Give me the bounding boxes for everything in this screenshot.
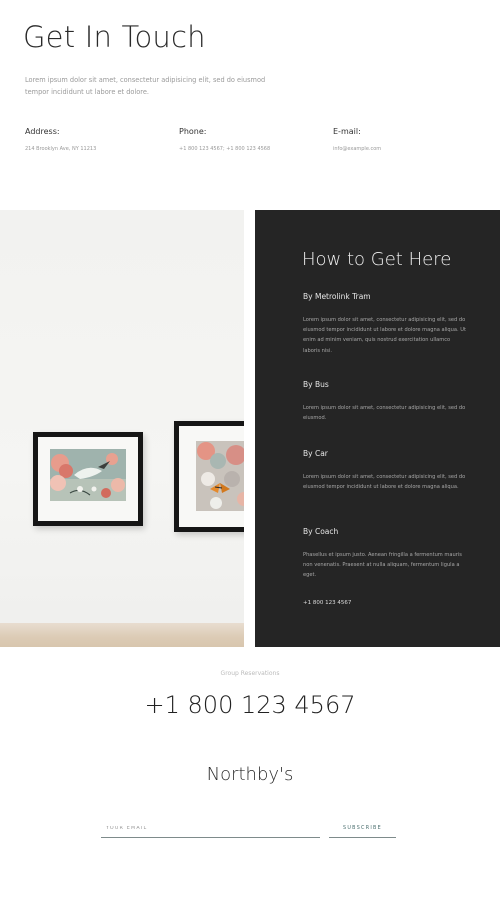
address-label: Address: [25, 127, 60, 136]
intro-text: Lorem ipsum dolor sit amet, consectetur … [25, 76, 266, 96]
section-heading-tram: By Metrolink Tram [303, 292, 371, 301]
subscribe-button[interactable]: SUBSCRIBE [329, 820, 396, 838]
gallery-photo [0, 210, 244, 647]
phone-label: Phone: [179, 127, 207, 136]
phone-block: Phone: +1 800 123 4567; +1 800 123 4568 [179, 127, 270, 152]
section-body-car: Lorem ipsum dolor sit amet, consectetur … [303, 474, 466, 491]
directions-panel: How to Get Here By Metrolink Tram Lorem … [255, 210, 500, 647]
section-heading-car: By Car [303, 449, 328, 458]
email-input[interactable] [101, 820, 320, 838]
floor [0, 623, 244, 647]
group-reservations-label: Group Reservations [220, 670, 280, 677]
section-body-bus: Lorem ipsum dolor sit amet, consectetur … [303, 405, 466, 422]
picture-frame-left [33, 432, 143, 526]
email-block: E-mail: info@example.com [333, 127, 381, 152]
section-body-tram: Lorem ipsum dolor sit amet, consectetur … [303, 317, 466, 354]
brand-name: Northby's [206, 764, 294, 785]
email-value[interactable]: info@example.com [333, 146, 381, 152]
address-value: 214 Brooklyn Ave, NY 11213 [25, 146, 97, 152]
reservations-phone[interactable]: +1 800 123 4567 [0, 691, 500, 719]
picture-frame-right [174, 421, 244, 532]
artwork-right [196, 441, 244, 511]
address-block: Address: 214 Brooklyn Ave, NY 11213 [25, 127, 96, 152]
artwork-left [50, 449, 126, 501]
phone-value: +1 800 123 4567; +1 800 123 4568 [179, 146, 271, 152]
directions-title: How to Get Here [302, 249, 452, 270]
page-title: Get In Touch [23, 20, 206, 54]
section-heading-coach: By Coach [303, 527, 339, 536]
email-label: E-mail: [333, 127, 361, 136]
panel-phone[interactable]: +1 800 123 4567 [303, 600, 351, 606]
section-heading-bus: By Bus [303, 380, 329, 389]
section-body-coach: Phasellus et ipsum justo. Aenean fringil… [303, 552, 462, 579]
